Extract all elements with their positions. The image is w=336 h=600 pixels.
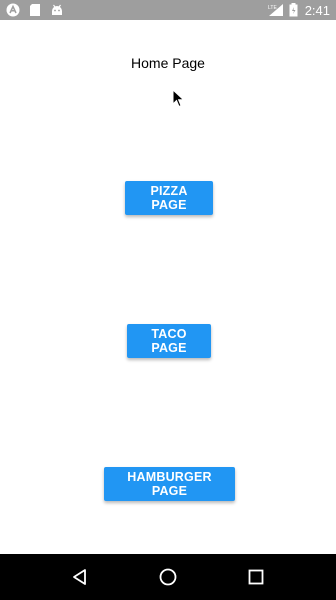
mouse-cursor-icon (172, 88, 186, 109)
status-bar: LTE 2:41 (0, 0, 336, 20)
taco-page-button[interactable]: TACO PAGE (127, 324, 211, 358)
back-icon[interactable] (60, 557, 100, 597)
system-navigation-bar (0, 554, 336, 600)
sd-card-icon (28, 3, 42, 17)
pizza-page-button[interactable]: PIZZA PAGE (125, 181, 213, 215)
app-screen: LTE 2:41 Home Page PIZZA PAGE TACO PAGE … (0, 0, 336, 600)
battery-icon (289, 3, 299, 17)
signal-icon: LTE (267, 3, 285, 17)
status-bar-right: LTE 2:41 (267, 3, 336, 18)
home-icon[interactable] (148, 557, 188, 597)
status-clock: 2:41 (304, 2, 330, 18)
network-type-label: LTE (268, 5, 277, 11)
status-bar-left (0, 3, 64, 17)
page-title: Home Page (131, 55, 205, 71)
notification-app-icon (6, 3, 20, 17)
recents-icon[interactable] (236, 557, 276, 597)
android-icon (50, 3, 64, 17)
hamburger-page-button[interactable]: HAMBURGER PAGE (104, 467, 235, 501)
